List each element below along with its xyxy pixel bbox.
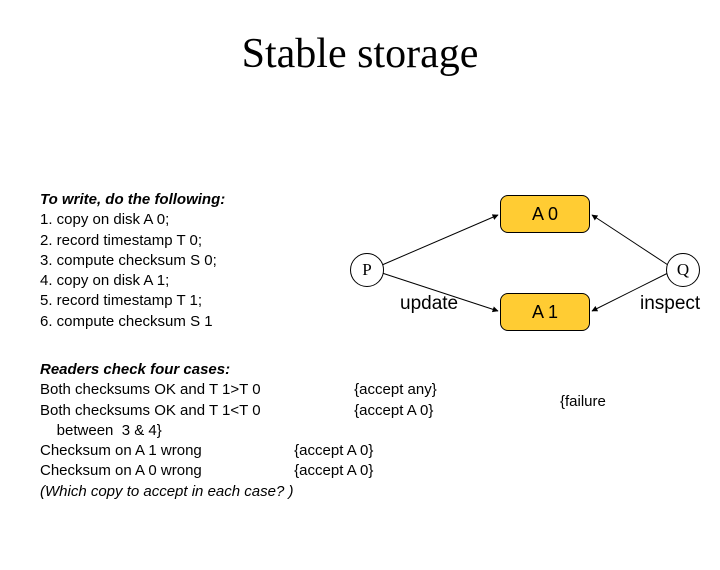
write-step-2: 2. record timestamp T 0; [40,231,225,251]
readers-header: Readers check four cases: [40,360,437,380]
case-2-cond: Both checksums OK and T 1<T 0 [40,401,350,421]
case-3-cond: Checksum on A 1 wrong [40,441,290,461]
case-1-cond: Both checksums OK and T 1>T 0 [40,380,350,400]
case-2-act: {accept A 0} [354,402,433,419]
write-step-4: 4. copy on disk A 1; [40,271,225,291]
write-step-1: 1. copy on disk A 0; [40,210,225,230]
label-update: update [400,293,458,315]
case-3-act: {accept A 0} [294,442,373,459]
case-4-cond: Checksum on A 0 wrong [40,461,290,481]
node-q: Q [666,253,700,287]
case-4-act: {accept A 0} [294,462,373,479]
write-step-3: 3. compute checksum S 0; [40,251,225,271]
write-step-6: 6. compute checksum S 1 [40,312,225,332]
node-p: P [350,253,384,287]
readers-cases: Readers check four cases: Both checksums… [40,360,437,502]
case-2-tail: between 3 & 4} [40,421,437,441]
question: (Which copy to accept in each case? ) [40,482,437,502]
disk-a0: A 0 [500,195,590,233]
write-step-5: 5. record timestamp T 1; [40,291,225,311]
failure-annotation: {failure [560,393,606,410]
case-1-act: {accept any} [354,381,437,398]
disk-a1: A 1 [500,293,590,331]
slide-title: Stable storage [0,30,720,78]
diagram: P Q A 0 A 1 update inspect [350,185,700,345]
label-inspect: inspect [640,293,700,315]
write-header: To write, do the following: [40,190,225,210]
write-procedure: To write, do the following: 1. copy on d… [40,190,225,332]
